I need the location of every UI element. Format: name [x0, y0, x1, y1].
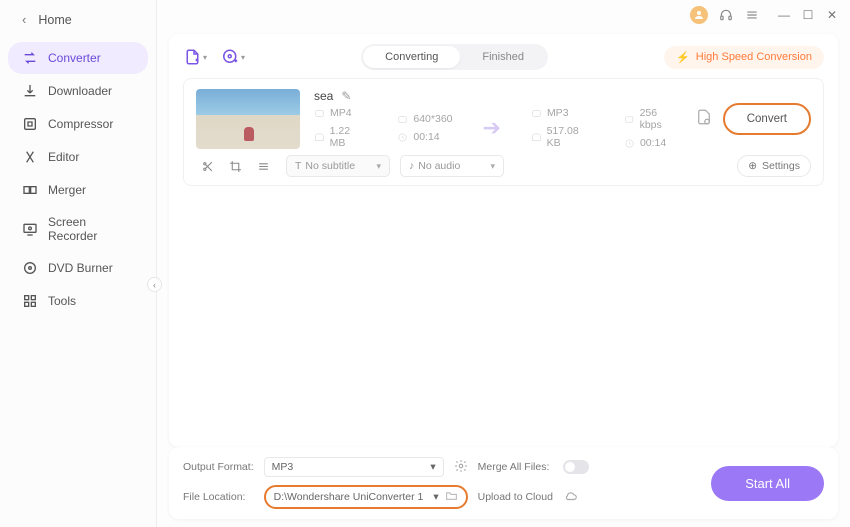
add-file-button[interactable]: ▾ — [183, 47, 207, 67]
output-format-label: Output Format: — [183, 461, 254, 473]
user-avatar[interactable] — [690, 6, 708, 24]
close-button[interactable]: ✕ — [826, 9, 838, 21]
headphones-icon[interactable] — [718, 7, 734, 23]
tools-icon — [22, 293, 38, 309]
file-location-label: File Location: — [183, 491, 254, 503]
screen-recorder-icon — [22, 221, 38, 237]
start-all-button[interactable]: Start All — [711, 466, 824, 501]
src-size: 1.22 MB — [330, 125, 368, 149]
sidebar-item-screen-recorder[interactable]: Screen Recorder — [8, 207, 148, 251]
output-format-dropdown[interactable]: MP3 ▾ — [264, 457, 444, 477]
magnify-icon: ⊕ — [748, 160, 757, 172]
task-tabs: Converting Finished — [361, 44, 548, 70]
src-resolution: 640*360 — [413, 113, 452, 125]
chevron-down-icon: ▾ — [433, 491, 438, 503]
file-location-dropdown[interactable]: D:\Wondershare UniConverter 1 ▾ — [274, 491, 439, 503]
file-name: sea — [314, 89, 333, 103]
dvd-burner-icon — [22, 260, 38, 276]
chevron-down-icon: ▾ — [376, 161, 381, 172]
tab-finished[interactable]: Finished — [460, 46, 546, 68]
chevron-left-icon: ‹ — [22, 12, 26, 27]
file-location-row: D:\Wondershare UniConverter 1 ▾ — [264, 485, 468, 509]
src-format: MP4 — [330, 107, 352, 119]
merge-toggle[interactable] — [563, 460, 589, 474]
sidebar-item-downloader[interactable]: Downloader — [8, 75, 148, 107]
settings-label: Settings — [762, 160, 800, 172]
audio-value: No audio — [418, 160, 460, 172]
sidebar-label: Screen Recorder — [48, 215, 134, 243]
sidebar-label: Merger — [48, 183, 86, 197]
folder-icon[interactable] — [445, 489, 458, 505]
dst-size: 517.08 KB — [547, 125, 594, 149]
file-card: sea ✎ MP4 1.22 MB 640*360 00:14 — [183, 78, 824, 186]
home-label: Home — [38, 13, 71, 27]
dst-bitrate: 256 kbps — [640, 107, 681, 131]
sidebar-label: DVD Burner — [48, 261, 113, 275]
bolt-icon: ⚡ — [676, 51, 690, 64]
sidebar-label: Editor — [48, 150, 79, 164]
upload-cloud-label: Upload to Cloud — [478, 491, 553, 503]
more-icon[interactable] — [256, 159, 270, 173]
audio-icon: ♪ — [409, 160, 414, 172]
converter-icon — [22, 50, 38, 66]
sidebar-item-tools[interactable]: Tools — [8, 285, 148, 317]
sidebar-item-compressor[interactable]: Compressor — [8, 108, 148, 140]
high-speed-label: High Speed Conversion — [696, 51, 812, 63]
settings-button[interactable]: ⊕ Settings — [737, 155, 811, 177]
subtitle-dropdown[interactable]: T No subtitle ▾ — [286, 155, 390, 177]
rename-icon[interactable]: ✎ — [341, 89, 351, 103]
chevron-down-icon: ▾ — [430, 461, 435, 473]
merger-icon — [22, 182, 38, 198]
editor-icon — [22, 149, 38, 165]
maximize-button[interactable]: ☐ — [802, 9, 814, 21]
sidebar-item-converter[interactable]: Converter — [8, 42, 148, 74]
sidebar-label: Converter — [48, 51, 101, 65]
dst-format: MP3 — [547, 107, 569, 119]
crop-icon[interactable] — [228, 159, 242, 173]
arrow-right-icon: ➔ — [483, 115, 501, 141]
file-location-value: D:\Wondershare UniConverter 1 — [274, 491, 424, 503]
convert-button[interactable]: Convert — [723, 103, 811, 135]
add-dvd-button[interactable]: ▾ — [221, 47, 245, 67]
trim-icon[interactable] — [200, 159, 214, 173]
menu-icon[interactable] — [744, 7, 760, 23]
sidebar-label: Compressor — [48, 117, 113, 131]
audio-dropdown[interactable]: ♪ No audio ▾ — [400, 155, 504, 177]
sidebar-item-merger[interactable]: Merger — [8, 174, 148, 206]
minimize-button[interactable]: — — [778, 9, 790, 21]
compressor-icon — [22, 116, 38, 132]
sidebar: ‹ Home Converter Downloader Compressor E… — [0, 0, 157, 527]
downloader-icon — [22, 83, 38, 99]
format-settings-icon[interactable] — [454, 459, 468, 476]
src-duration: 00:14 — [413, 131, 439, 143]
titlebar: — ☐ ✕ — [157, 0, 850, 30]
dst-duration: 00:14 — [640, 137, 666, 149]
tab-converting[interactable]: Converting — [363, 46, 460, 68]
sidebar-label: Downloader — [48, 84, 112, 98]
sidebar-item-editor[interactable]: Editor — [8, 141, 148, 173]
chevron-down-icon: ▾ — [490, 161, 495, 172]
sidebar-item-dvd-burner[interactable]: DVD Burner — [8, 252, 148, 284]
home-button[interactable]: ‹ Home — [0, 6, 156, 37]
subtitle-icon: T — [295, 160, 301, 172]
merge-label: Merge All Files: — [478, 461, 553, 473]
file-settings-icon[interactable] — [695, 108, 713, 131]
cloud-icon[interactable] — [563, 489, 589, 506]
video-thumbnail[interactable] — [196, 89, 300, 149]
sidebar-label: Tools — [48, 294, 76, 308]
output-format-value: MP3 — [272, 461, 294, 473]
subtitle-value: No subtitle — [305, 160, 355, 172]
high-speed-badge[interactable]: ⚡ High Speed Conversion — [664, 46, 824, 69]
